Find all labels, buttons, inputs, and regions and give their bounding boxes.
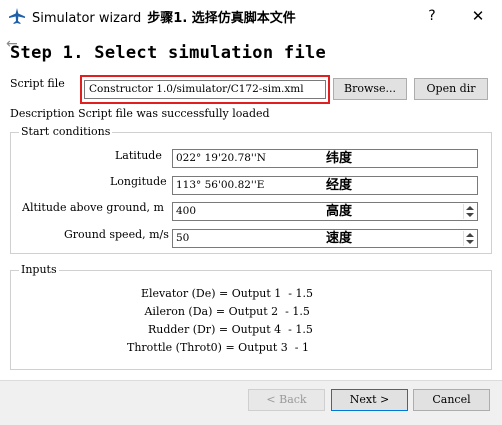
ground-speed-label: Ground speed, m/s <box>64 228 169 241</box>
altitude-spin-arrows-icon[interactable] <box>463 204 475 219</box>
close-button[interactable]: ✕ <box>460 5 496 27</box>
airplane-icon <box>9 8 25 24</box>
ground-speed-zh-label: 速度 <box>326 231 353 246</box>
longitude-value: 113° 56'00.82''E <box>176 179 265 191</box>
latitude-field[interactable]: 022° 19'20.78''N 纬度 <box>172 149 478 168</box>
description-text: Description Script file was successfully… <box>10 107 270 120</box>
altitude-value: 400 <box>176 205 197 217</box>
altitude-zh-label: 高度 <box>326 204 353 219</box>
window-title: Simulator wizard 步骤1. 选择仿真脚本文件 <box>32 7 296 26</box>
longitude-zh-label: 经度 <box>326 178 353 193</box>
ground-speed-value: 50 <box>176 232 190 244</box>
ground-speed-spinbox[interactable]: 50 速度 <box>172 229 478 248</box>
browse-button[interactable]: Browse... <box>333 78 407 100</box>
cancel-button[interactable]: Cancel <box>413 389 490 411</box>
next-button[interactable]: Next > <box>331 389 408 411</box>
help-button[interactable]: ? <box>414 5 450 27</box>
script-file-highlight <box>80 75 330 104</box>
input-mapping-elevator: Elevator (De) = Output 1 - 1.5 <box>127 287 314 300</box>
window-title-zh: 步骤1. 选择仿真脚本文件 <box>147 11 296 26</box>
ground-speed-spin-arrows-icon[interactable] <box>463 231 475 246</box>
input-mapping-rudder: Rudder (Dr) = Output 4 - 1.5 <box>127 323 313 336</box>
latitude-value: 022° 19'20.78''N <box>176 152 266 164</box>
spin-up-icon[interactable] <box>466 206 474 210</box>
latitude-label: Latitude <box>115 149 162 162</box>
inputs-title: Inputs <box>19 263 59 276</box>
page-title: Step 1. Select simulation file <box>10 43 327 63</box>
title-bar: Simulator wizard 步骤1. 选择仿真脚本文件 ? ✕ <box>0 0 502 31</box>
altitude-label: Altitude above ground, m <box>22 201 164 214</box>
spin-down-icon[interactable] <box>466 213 474 217</box>
altitude-spinbox[interactable]: 400 高度 <box>172 202 478 221</box>
latitude-zh-label: 纬度 <box>326 151 353 166</box>
window-title-en: Simulator wizard <box>32 11 142 26</box>
spin-down-icon[interactable] <box>466 240 474 244</box>
script-file-label: Script file <box>10 77 65 90</box>
back-button[interactable]: < Back <box>248 389 325 411</box>
start-conditions-title: Start conditions <box>19 125 113 138</box>
open-dir-button[interactable]: Open dir <box>414 78 488 100</box>
longitude-field[interactable]: 113° 56'00.82''E 经度 <box>172 176 478 195</box>
spin-up-icon[interactable] <box>466 233 474 237</box>
input-mapping-aileron: Aileron (Da) = Output 2 - 1.5 <box>127 305 310 318</box>
longitude-label: Longitude <box>110 175 167 188</box>
inputs-group: Inputs <box>10 263 492 370</box>
input-mapping-throttle: Throttle (Throt0) = Output 3 - 1 <box>127 341 309 354</box>
